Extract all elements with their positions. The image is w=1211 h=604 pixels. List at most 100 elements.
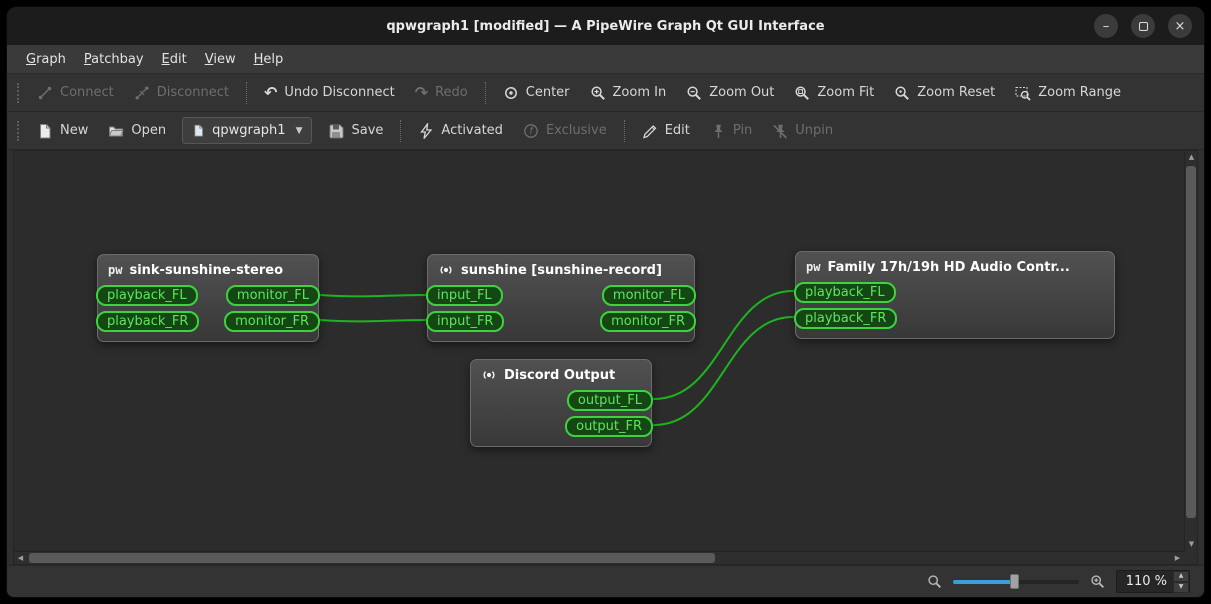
port-monitor-fr[interactable]: monitor_FR — [600, 311, 696, 332]
port-playback-fl[interactable]: playback_FL — [794, 282, 896, 303]
pin-button[interactable]: Pin — [700, 116, 762, 146]
open-button[interactable]: Open — [98, 116, 176, 146]
zoom-slider[interactable] — [952, 574, 1079, 589]
graph-toolbar: Connect Disconnect ↶ Undo Disconnect ↷ R… — [7, 74, 1204, 112]
zoom-range-button[interactable]: Zoom Range — [1005, 78, 1131, 108]
pin-icon — [710, 123, 726, 139]
scroll-down-button[interactable]: ▼ — [1185, 538, 1198, 551]
node-title: pw Family 17h/19h HD Audio Contr... — [806, 259, 1070, 275]
connection-monitor-fl-to-input-fl[interactable] — [320, 294, 426, 298]
connection-monitor-fr-to-input-fr[interactable] — [320, 319, 426, 323]
port-monitor-fl[interactable]: monitor_FL — [225, 285, 320, 306]
pipewire-icon: pw — [108, 263, 123, 277]
spin-arrows: ▲ ▼ — [1173, 570, 1189, 593]
stream-icon — [481, 367, 497, 383]
patchbay-combo[interactable]: qpwgraph1 ▼ — [182, 117, 313, 144]
zoom-reset-button[interactable]: Zoom Reset — [884, 78, 1005, 108]
exclusive-toggle[interactable]: f Exclusive — [513, 116, 617, 146]
toolbar-drag-handle[interactable] — [17, 120, 19, 141]
save-icon — [328, 123, 344, 139]
node-family-hd-audio-controller[interactable]: pw Family 17h/19h HD Audio Contr... play… — [794, 251, 1115, 339]
redo-button[interactable]: ↷ Redo — [405, 78, 478, 108]
connections-layer — [320, 290, 794, 426]
zoom-fit-button[interactable]: Zoom Fit — [784, 78, 884, 108]
window-title: qpwgraph1 [modified] — A PipeWire Graph … — [386, 18, 825, 34]
node-sunshine-record[interactable]: sunshine [sunshine-record] input_FL moni… — [426, 254, 696, 342]
port-monitor-fr[interactable]: monitor_FR — [224, 311, 320, 332]
zoom-in-button[interactable]: Zoom In — [580, 78, 677, 108]
node-title: sunshine [sunshine-record] — [428, 255, 694, 285]
menu-patchbay[interactable]: Patchbay — [75, 45, 153, 73]
horizontal-scroll-track[interactable] — [27, 552, 1171, 564]
node-discord-output[interactable]: Discord Output output_FL output_FR — [470, 359, 653, 447]
menu-help[interactable]: Help — [245, 45, 293, 73]
graph-canvas[interactable]: pw sink-sunshine-stereo playback_FL moni… — [14, 151, 1184, 551]
patchbay-combo-value: qpwgraph1 — [212, 123, 286, 138]
new-file-icon — [37, 123, 53, 139]
port-playback-fl[interactable]: playback_FL — [96, 285, 198, 306]
zoom-slider-handle[interactable] — [1010, 574, 1020, 589]
port-input-fr[interactable]: input_FR — [426, 311, 505, 332]
center-icon — [503, 85, 519, 101]
save-button[interactable]: Save — [318, 116, 393, 146]
exclusive-icon: f — [523, 123, 539, 139]
app-window: qpwgraph1 [modified] — A PipeWire Graph … — [7, 7, 1204, 597]
zoom-spinbox[interactable]: 110 % ▲ ▼ — [1115, 570, 1190, 593]
scroll-left-button[interactable]: ◀ — [14, 552, 27, 565]
titlebar[interactable]: qpwgraph1 [modified] — A PipeWire Graph … — [7, 7, 1204, 45]
close-icon: × — [1174, 18, 1186, 34]
vertical-scrollbar[interactable]: ▲ ▼ — [1184, 151, 1197, 551]
zoom-value: 110 % — [1125, 574, 1167, 589]
maximize-icon — [1138, 21, 1148, 31]
chevron-down-icon: ▼ — [295, 125, 303, 136]
new-button[interactable]: New — [27, 116, 98, 146]
unpin-icon — [772, 123, 788, 139]
port-monitor-fl[interactable]: monitor_FL — [601, 285, 696, 306]
disconnect-button[interactable]: Disconnect — [124, 78, 239, 108]
menu-view[interactable]: View — [196, 45, 245, 73]
zoom-in-icon[interactable] — [1090, 574, 1105, 589]
node-title: pw sink-sunshine-stereo — [108, 262, 284, 278]
maximize-button[interactable] — [1131, 14, 1155, 38]
toolbar-drag-handle[interactable] — [17, 82, 19, 103]
minimize-button[interactable]: – — [1094, 14, 1118, 38]
spin-up-button[interactable]: ▲ — [1173, 570, 1189, 582]
undo-disconnect-button[interactable]: ↶ Undo Disconnect — [254, 78, 405, 108]
activated-toggle[interactable]: Activated — [408, 116, 513, 146]
zoom-slider-fill — [952, 580, 1015, 584]
port-playback-fr[interactable]: playback_FR — [794, 308, 898, 329]
port-output-fr[interactable]: output_FR — [565, 416, 653, 437]
vertical-scroll-track[interactable] — [1185, 164, 1197, 538]
port-playback-fr[interactable]: playback_FR — [96, 311, 200, 332]
open-folder-icon — [108, 123, 125, 139]
vertical-scroll-thumb[interactable] — [1186, 166, 1196, 518]
node-sink-sunshine-stereo[interactable]: pw sink-sunshine-stereo playback_FL moni… — [96, 254, 320, 342]
scroll-up-button[interactable]: ▲ — [1185, 151, 1198, 164]
horizontal-scrollbar[interactable]: ◀ ▶ — [14, 551, 1184, 564]
close-button[interactable]: × — [1168, 14, 1192, 38]
port-input-fl[interactable]: input_FL — [426, 285, 503, 306]
zoom-out-icon[interactable] — [927, 574, 942, 589]
redo-icon: ↷ — [414, 82, 429, 102]
pipewire-icon: pw — [806, 260, 821, 274]
pencil-icon — [642, 123, 658, 139]
port-output-fl[interactable]: output_FL — [566, 390, 653, 411]
svg-text:f: f — [529, 126, 534, 137]
toolbar-separator — [400, 119, 402, 142]
zoom-out-icon — [686, 85, 702, 101]
statusbar: 110 % ▲ ▼ — [7, 565, 1204, 597]
edit-toggle[interactable]: Edit — [632, 116, 700, 146]
spin-down-button[interactable]: ▼ — [1173, 581, 1189, 593]
connect-button[interactable]: Connect — [27, 78, 124, 108]
undo-icon: ↶ — [263, 82, 278, 102]
graph-canvas-area: pw sink-sunshine-stereo playback_FL moni… — [13, 150, 1198, 565]
zoom-out-button[interactable]: Zoom Out — [676, 78, 784, 108]
horizontal-scroll-thumb[interactable] — [29, 553, 716, 563]
connect-icon — [37, 85, 53, 101]
menu-graph[interactable]: Graph — [17, 45, 75, 73]
unpin-button[interactable]: Unpin — [762, 116, 843, 146]
scroll-right-button[interactable]: ▶ — [1171, 552, 1184, 565]
center-button[interactable]: Center — [493, 78, 580, 108]
menu-edit[interactable]: Edit — [153, 45, 196, 73]
window-controls: – × — [1094, 14, 1192, 38]
